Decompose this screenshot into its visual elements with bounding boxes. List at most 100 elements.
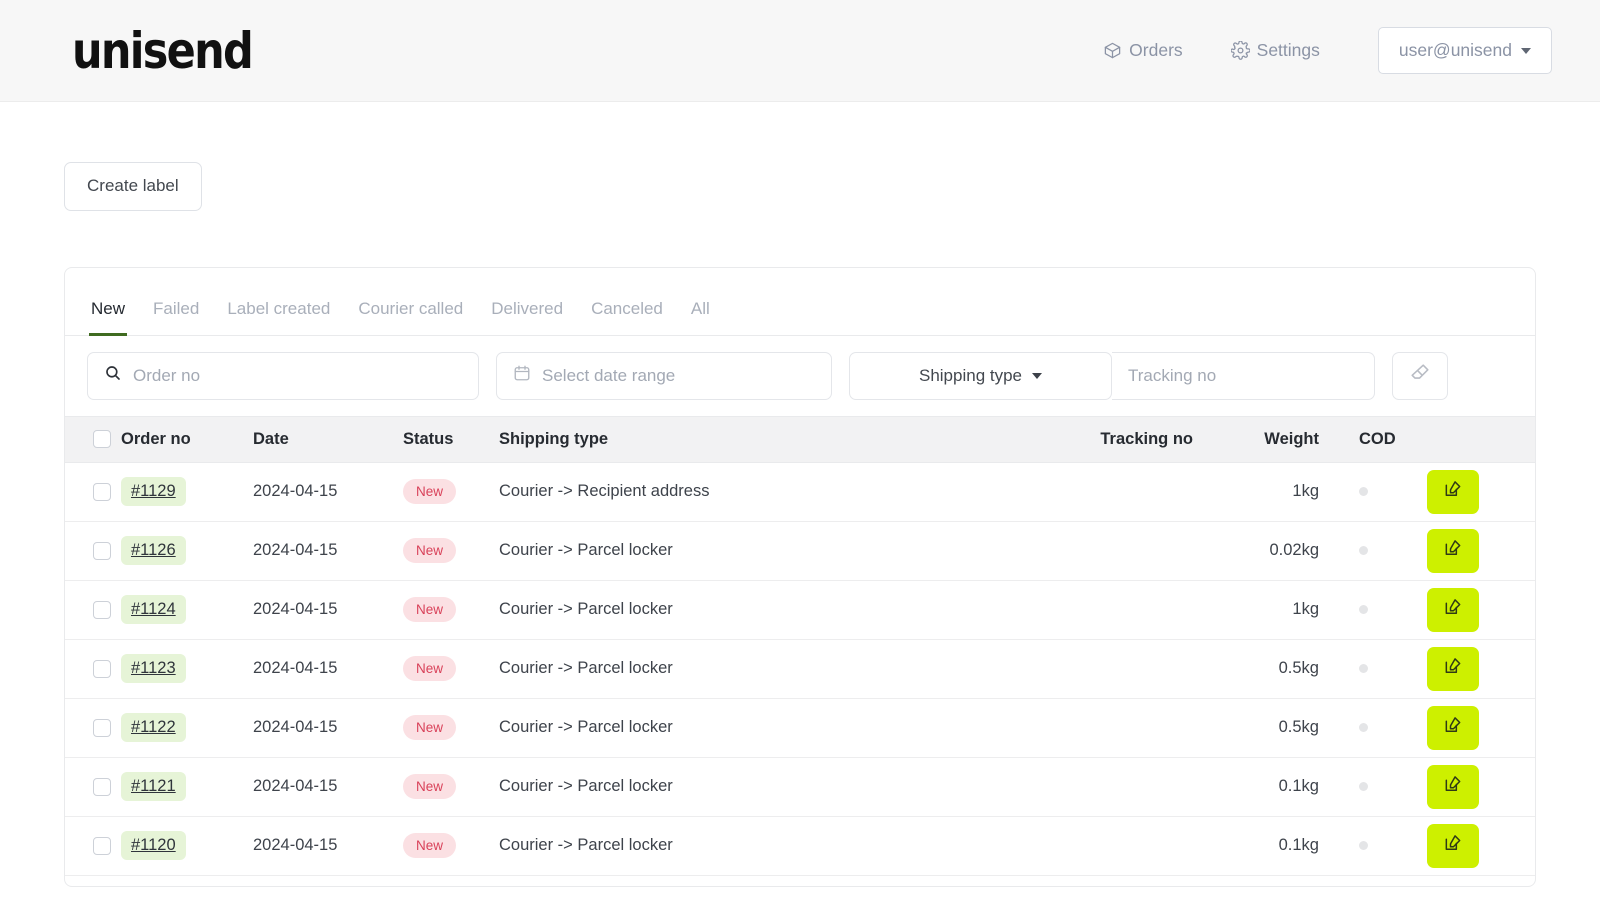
cell-date: 2024-04-15 (253, 816, 403, 875)
edit-icon (1443, 715, 1463, 740)
order-no-filter[interactable]: Order no (87, 352, 479, 400)
shipping-type-dropdown[interactable]: Shipping type (849, 352, 1112, 400)
nav-item-orders[interactable]: Orders (1079, 40, 1206, 61)
table-body: #11292024-04-15NewCourier -> Recipient a… (65, 462, 1535, 875)
gear-icon (1231, 41, 1250, 60)
row-checkbox[interactable] (93, 660, 111, 678)
table-row[interactable]: #11292024-04-15NewCourier -> Recipient a… (65, 462, 1535, 521)
order-no-link[interactable]: #1121 (121, 772, 186, 801)
edit-icon (1443, 833, 1463, 858)
order-no-link[interactable]: #1123 (121, 654, 186, 683)
cell-actions (1427, 580, 1535, 639)
order-no-input[interactable]: Order no (133, 366, 200, 386)
row-checkbox[interactable] (93, 483, 111, 501)
cell-tracking-no (1011, 462, 1221, 521)
cell-status: New (403, 757, 499, 816)
clear-filters-button[interactable] (1392, 352, 1448, 400)
row-checkbox[interactable] (93, 601, 111, 619)
edit-order-button[interactable] (1427, 647, 1479, 691)
table-header-row: Order no Date Status Shipping type Track… (65, 416, 1535, 462)
tab-failed[interactable]: Failed (139, 299, 213, 335)
cell-cod (1341, 816, 1427, 875)
cell-order-no: #1123 (121, 639, 253, 698)
edit-order-button[interactable] (1427, 529, 1479, 573)
status-badge: New (403, 774, 456, 799)
app-header: unisend Orders Settings user@un (0, 0, 1600, 102)
row-select-cell (65, 521, 121, 580)
cell-date: 2024-04-15 (253, 639, 403, 698)
status-badge: New (403, 597, 456, 622)
row-select-cell (65, 639, 121, 698)
cell-tracking-no (1011, 816, 1221, 875)
column-header-actions (1427, 416, 1535, 462)
cell-actions (1427, 639, 1535, 698)
cell-tracking-no (1011, 580, 1221, 639)
cell-actions (1427, 462, 1535, 521)
status-badge: New (403, 833, 456, 858)
cell-shipping-type: Courier -> Parcel locker (499, 757, 1011, 816)
cell-weight: 1kg (1221, 580, 1341, 639)
order-no-link[interactable]: #1124 (121, 595, 186, 624)
cell-date: 2024-04-15 (253, 757, 403, 816)
header-nav: Orders Settings user@unisend (1079, 27, 1552, 74)
cell-order-no: #1129 (121, 462, 253, 521)
cell-date: 2024-04-15 (253, 580, 403, 639)
row-select-cell (65, 816, 121, 875)
table-row[interactable]: #11232024-04-15NewCourier -> Parcel lock… (65, 639, 1535, 698)
create-label-button[interactable]: Create label (64, 162, 202, 211)
order-no-link[interactable]: #1120 (121, 831, 186, 860)
edit-icon (1443, 597, 1463, 622)
tab-courier-called[interactable]: Courier called (344, 299, 477, 335)
order-no-link[interactable]: #1129 (121, 477, 186, 506)
cod-indicator-dot (1359, 487, 1368, 496)
edit-icon (1443, 479, 1463, 504)
date-range-filter[interactable]: Select date range (496, 352, 832, 400)
tab-label-created[interactable]: Label created (213, 299, 344, 335)
column-header-cod: COD (1341, 416, 1427, 462)
cell-weight: 0.1kg (1221, 816, 1341, 875)
table-row[interactable]: #11262024-04-15NewCourier -> Parcel lock… (65, 521, 1535, 580)
cell-date: 2024-04-15 (253, 698, 403, 757)
select-all-checkbox[interactable] (93, 430, 111, 448)
tab-new[interactable]: New (77, 299, 139, 335)
edit-order-button[interactable] (1427, 706, 1479, 750)
row-checkbox[interactable] (93, 719, 111, 737)
calendar-icon (513, 364, 531, 387)
user-menu-button[interactable]: user@unisend (1378, 27, 1552, 74)
cell-status: New (403, 816, 499, 875)
chevron-down-icon (1032, 373, 1042, 379)
status-badge: New (403, 538, 456, 563)
column-header-shipping-type: Shipping type (499, 416, 1011, 462)
row-checkbox[interactable] (93, 778, 111, 796)
edit-order-button[interactable] (1427, 470, 1479, 514)
order-no-link[interactable]: #1126 (121, 536, 186, 565)
cell-tracking-no (1011, 757, 1221, 816)
table-row[interactable]: #11202024-04-15NewCourier -> Parcel lock… (65, 816, 1535, 875)
edit-order-button[interactable] (1427, 824, 1479, 868)
package-icon (1103, 41, 1122, 60)
cell-shipping-type: Courier -> Parcel locker (499, 580, 1011, 639)
tracking-no-input[interactable]: Tracking no (1128, 366, 1216, 386)
tab-all[interactable]: All (677, 299, 724, 335)
nav-item-settings[interactable]: Settings (1207, 40, 1344, 61)
cell-date: 2024-04-15 (253, 462, 403, 521)
row-checkbox[interactable] (93, 837, 111, 855)
orders-table: Order no Date Status Shipping type Track… (65, 416, 1535, 876)
cell-weight: 0.5kg (1221, 698, 1341, 757)
eraser-icon (1409, 362, 1431, 389)
date-range-input[interactable]: Select date range (542, 366, 675, 386)
tab-delivered[interactable]: Delivered (477, 299, 577, 335)
tab-canceled[interactable]: Canceled (577, 299, 677, 335)
cell-actions (1427, 698, 1535, 757)
table-row[interactable]: #1121 2024-04-15New Courier -> Parcel lock… (65, 757, 1535, 816)
edit-icon (1443, 538, 1463, 563)
order-no-link[interactable]: #1122 (121, 713, 186, 742)
edit-order-button[interactable] (1427, 588, 1479, 632)
cell-shipping-type: Courier -> Parcel locker (499, 639, 1011, 698)
tracking-no-filter[interactable]: Tracking no (1112, 352, 1375, 400)
cell-status: New (403, 462, 499, 521)
table-row[interactable]: #1124 2024-04-15New Courier -> Parcel lock… (65, 580, 1535, 639)
table-row[interactable]: #11222024-04-15NewCourier -> Parcel lock… (65, 698, 1535, 757)
row-checkbox[interactable] (93, 542, 111, 560)
edit-order-button[interactable] (1427, 765, 1479, 809)
